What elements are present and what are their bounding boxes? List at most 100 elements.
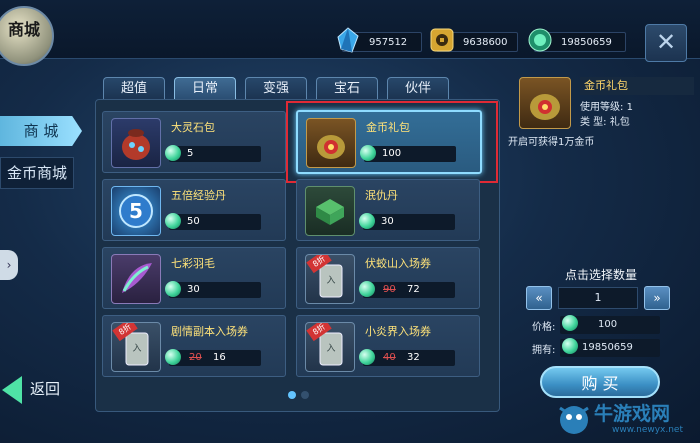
tab-gems[interactable]: 宝石 bbox=[316, 77, 378, 100]
item-card-fujiao-ticket[interactable]: 入 8折 伏蛟山入场券 90 72 bbox=[296, 247, 480, 309]
buy-button[interactable]: 购 买 bbox=[540, 366, 660, 398]
tab-value[interactable]: 超值 bbox=[103, 77, 165, 100]
detail-type: 类 型: 礼包 bbox=[580, 113, 630, 128]
detail-title: 金币礼包 bbox=[580, 77, 694, 95]
gem-icon bbox=[562, 338, 578, 354]
exp-pill-icon: 5 bbox=[111, 186, 161, 236]
watermark-url: www.newyx.net bbox=[612, 425, 684, 435]
gem-amount: 19850659 bbox=[561, 37, 612, 48]
item-old-price: 90 bbox=[383, 284, 396, 295]
item-name: 大灵石包 bbox=[171, 121, 215, 134]
item-price: 5 bbox=[187, 148, 194, 159]
tab-strengthen[interactable]: 变强 bbox=[245, 77, 307, 100]
decrease-quantity-button[interactable]: « bbox=[526, 286, 552, 310]
cow-mascot-icon bbox=[559, 406, 589, 434]
gold-currency: 9638600 bbox=[430, 28, 518, 52]
item-name: 七彩羽毛 bbox=[171, 257, 215, 270]
gold-pack-icon bbox=[519, 77, 571, 129]
item-card-xiaoyan-ticket[interactable]: 入 8折 小炎界入场券 40 32 bbox=[296, 315, 480, 377]
item-price: 32 bbox=[407, 352, 420, 363]
highlight-box bbox=[286, 101, 498, 183]
gem-currency: 19850659 bbox=[528, 28, 626, 52]
item-price-bar: 30 bbox=[165, 281, 261, 298]
item-name: 伏蛟山入场券 bbox=[365, 257, 431, 270]
type-value: 礼包 bbox=[609, 117, 630, 128]
item-price-bar: 90 72 bbox=[359, 281, 455, 298]
detail-description: 开启可获得1万金币 bbox=[508, 137, 595, 148]
item-price: 16 bbox=[213, 352, 226, 363]
bag-icon bbox=[111, 118, 161, 168]
item-price-bar: 50 bbox=[165, 213, 261, 230]
ticket-icon: 入 8折 bbox=[111, 322, 161, 372]
back-arrow-icon bbox=[2, 376, 22, 404]
sidebar-item-shop[interactable]: 商 城 bbox=[0, 116, 82, 146]
gold-coin-icon bbox=[430, 28, 454, 52]
page-dot-active[interactable] bbox=[288, 391, 296, 399]
gem-icon bbox=[165, 213, 181, 229]
level-value: 1 bbox=[626, 102, 633, 113]
item-old-price: 20 bbox=[189, 352, 202, 363]
own-label: 拥有: bbox=[532, 345, 556, 356]
sidebar-item-gold-shop[interactable]: 金币商城 bbox=[0, 157, 74, 189]
svg-text:5: 5 bbox=[129, 199, 143, 223]
item-price: 72 bbox=[407, 284, 420, 295]
page-dot[interactable] bbox=[301, 391, 309, 399]
close-icon: ✕ bbox=[655, 28, 677, 56]
svg-text:入: 入 bbox=[326, 343, 335, 354]
green-gem-icon bbox=[528, 28, 552, 52]
gem-icon bbox=[165, 145, 181, 161]
item-price-bar: 30 bbox=[359, 213, 455, 230]
tab-partners[interactable]: 伙伴 bbox=[387, 77, 449, 100]
gold-amount: 9638600 bbox=[463, 37, 508, 48]
chevron-right-icon: › bbox=[6, 258, 12, 272]
item-price-bar: 20 16 bbox=[165, 349, 261, 366]
item-card-story-ticket[interactable]: 入 8折 剧情副本入场券 20 16 bbox=[102, 315, 286, 377]
watermark: 牛游戏网 www.newyx.net bbox=[548, 398, 700, 443]
sidebar-expand-button[interactable]: › bbox=[0, 250, 18, 280]
increase-quantity-button[interactable]: » bbox=[644, 286, 670, 310]
back-button[interactable]: 返回 bbox=[2, 372, 82, 406]
gem-icon bbox=[562, 315, 578, 331]
gem-icon bbox=[359, 213, 375, 229]
price-label: 价格: bbox=[532, 322, 556, 333]
tab-daily[interactable]: 日常 bbox=[174, 77, 236, 100]
item-name: 剧情副本入场券 bbox=[171, 325, 248, 338]
close-button[interactable]: ✕ bbox=[645, 24, 687, 62]
gem-icon bbox=[359, 349, 375, 365]
price-value: 100 bbox=[598, 319, 618, 330]
crystal-currency: 957512 bbox=[337, 27, 422, 53]
item-price-bar: 5 bbox=[165, 145, 261, 162]
item-price-bar: 40 32 bbox=[359, 349, 455, 366]
type-label: 类 型: bbox=[580, 117, 607, 128]
item-name: 五倍经验丹 bbox=[171, 189, 226, 202]
quantity-field[interactable]: 1 bbox=[558, 287, 638, 309]
own-box: 19850659 bbox=[560, 338, 660, 357]
item-card-rainbow-feather[interactable]: 七彩羽毛 30 bbox=[102, 247, 286, 309]
crystal-amount: 957512 bbox=[369, 37, 408, 48]
item-old-price: 40 bbox=[383, 352, 396, 363]
blue-crystal-icon bbox=[337, 27, 359, 53]
item-name: 小炎界入场券 bbox=[365, 325, 431, 338]
item-price: 30 bbox=[187, 284, 200, 295]
ticket-icon: 入 8折 bbox=[305, 254, 355, 304]
feather-icon bbox=[111, 254, 161, 304]
select-quantity-label: 点击选择数量 bbox=[564, 268, 637, 282]
gem-icon bbox=[165, 349, 181, 365]
feud-pill-icon bbox=[305, 186, 355, 236]
gem-icon bbox=[165, 281, 181, 297]
item-card-spirit-stone-pack[interactable]: 大灵石包 5 bbox=[102, 111, 286, 173]
item-price: 50 bbox=[187, 216, 200, 227]
svg-text:入: 入 bbox=[326, 275, 335, 286]
ticket-icon: 入 8折 bbox=[305, 322, 355, 372]
item-card-feud-pill[interactable]: 泯仇丹 30 bbox=[296, 179, 480, 241]
item-card-exp-pill[interactable]: 5 五倍经验丹 50 bbox=[102, 179, 286, 241]
level-label: 使用等级: bbox=[580, 102, 624, 113]
item-price: 30 bbox=[381, 216, 394, 227]
svg-text:入: 入 bbox=[132, 343, 141, 354]
gem-icon bbox=[359, 281, 375, 297]
detail-level: 使用等级: 1 bbox=[580, 98, 633, 113]
item-name: 泯仇丹 bbox=[365, 189, 398, 202]
price-box: 100 bbox=[560, 315, 660, 334]
own-value: 19850659 bbox=[582, 342, 633, 353]
double-chevron-left-icon: « bbox=[535, 291, 543, 305]
